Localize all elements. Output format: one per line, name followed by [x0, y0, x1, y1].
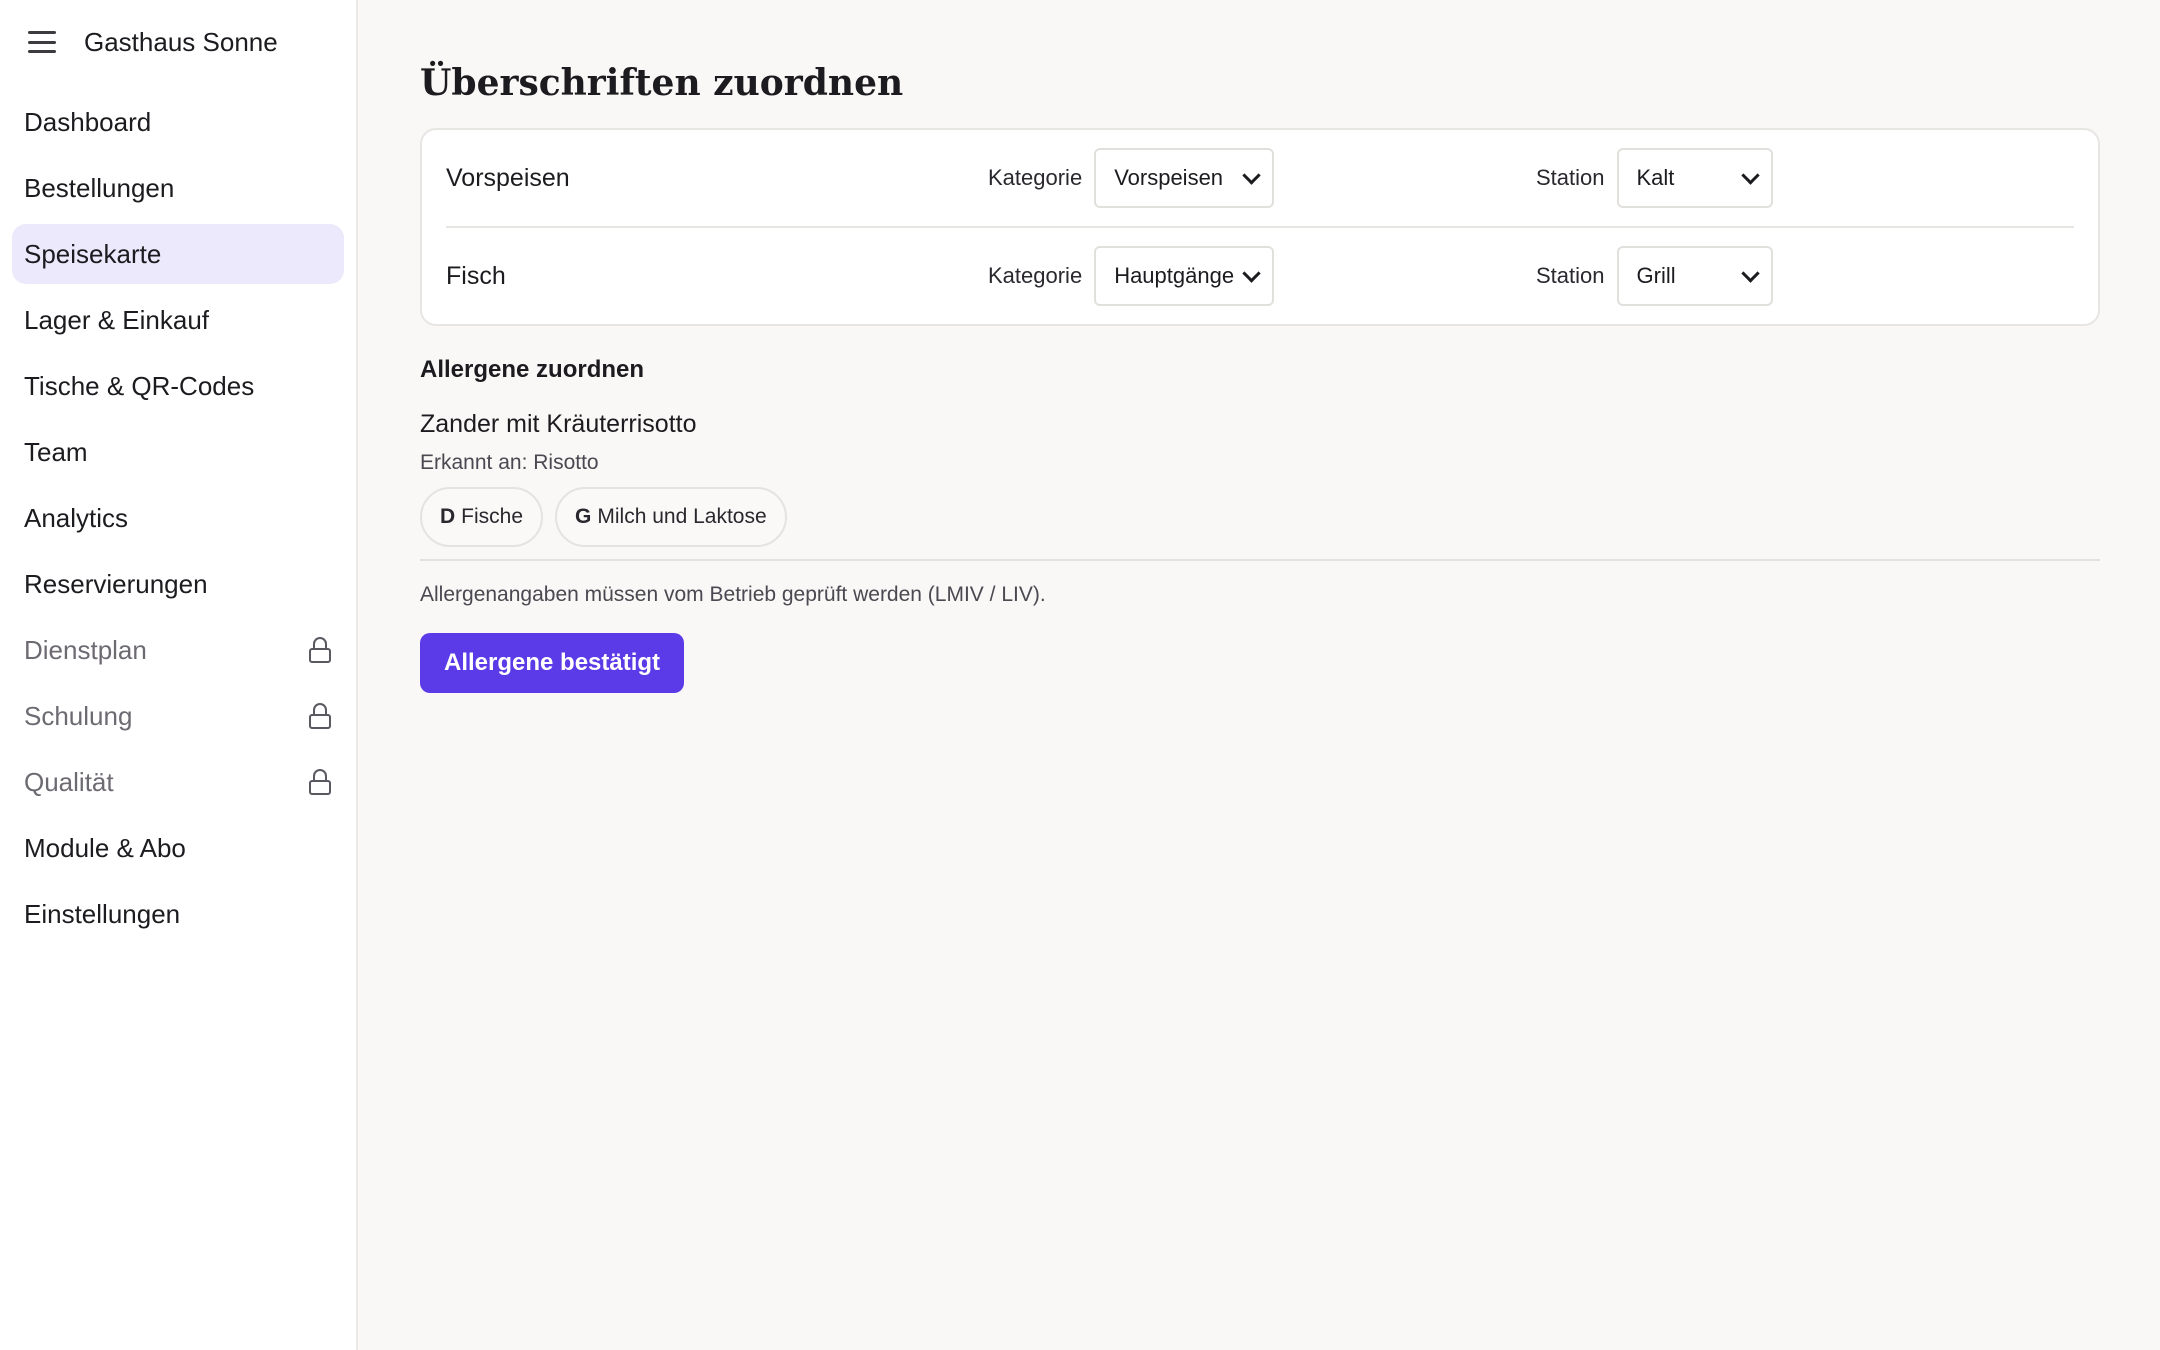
mapping-row: Vorspeisen Kategorie Vorspeisen Station … — [446, 130, 2074, 226]
station-select-value: Grill — [1636, 263, 1676, 288]
chevron-down-icon — [1740, 263, 1760, 283]
dish-name: Zander mit Kräuterrisotto — [420, 410, 697, 438]
station-group: Station Kalt — [1536, 148, 1773, 208]
app-title: Gasthaus Sonne — [84, 26, 278, 57]
station-select-value: Kalt — [1636, 165, 1675, 190]
category-select-value: Vorspeisen — [1114, 165, 1224, 190]
sidebar-item-team[interactable]: Team — [12, 422, 344, 482]
sidebar-item-label: Module & Abo — [24, 832, 186, 863]
allergens-section-title: Allergene zuordnen — [420, 356, 645, 383]
sidebar-item-label: Reservierungen — [24, 568, 208, 599]
allergen-code: G — [575, 505, 592, 528]
allergen-code: D — [440, 505, 456, 528]
sidebar-item-dashboard[interactable]: Dashboard — [12, 92, 344, 152]
category-group: Kategorie Vorspeisen — [988, 148, 1536, 208]
chevron-down-icon — [1242, 165, 1261, 185]
sidebar-item-label: Speisekarte — [24, 238, 162, 269]
allergen-chip-milch[interactable]: G Milch und Laktose — [555, 487, 787, 547]
sidebar-nav: Dashboard Bestellungen Speisekarte Lager… — [0, 84, 356, 944]
detected-text: Erkannt an: Risotto — [420, 451, 599, 474]
station-label: Station — [1536, 263, 1605, 288]
sidebar-item-label: Team — [24, 436, 88, 467]
sidebar-item-tische-qr-codes[interactable]: Tische & QR-Codes — [12, 356, 344, 416]
chevron-down-icon — [1242, 263, 1261, 283]
lock-icon — [308, 703, 332, 729]
category-select[interactable]: Vorspeisen — [1094, 148, 1275, 208]
sidebar-item-reservierungen[interactable]: Reservierungen — [12, 554, 344, 614]
sidebar-item-analytics[interactable]: Analytics — [12, 488, 344, 548]
category-label: Kategorie — [988, 263, 1083, 288]
sidebar-item-speisekarte[interactable]: Speisekarte — [12, 224, 344, 284]
sidebar-item-label: Tische & QR-Codes — [24, 370, 255, 401]
lock-icon — [308, 769, 332, 795]
sidebar-item-dienstplan[interactable]: Dienstplan — [12, 620, 344, 680]
station-label: Station — [1536, 165, 1605, 190]
heading-mapping-card: Vorspeisen Kategorie Vorspeisen Station … — [420, 128, 2100, 326]
heading-label: Fisch — [446, 261, 506, 290]
sidebar-item-label: Analytics — [24, 502, 129, 533]
sidebar-item-bestellungen[interactable]: Bestellungen — [12, 158, 344, 218]
category-group: Kategorie Hauptgänge — [988, 246, 1536, 306]
sidebar-header: Gasthaus Sonne — [0, 0, 356, 84]
allergen-note: Allergenangaben müssen vom Betrieb geprü… — [420, 583, 1046, 606]
chevron-down-icon — [1740, 165, 1760, 185]
page-title: Überschriften zuordnen — [420, 62, 904, 104]
sidebar-item-qualitaet[interactable]: Qualität — [12, 752, 344, 812]
allergen-chip-fische[interactable]: D Fische — [420, 487, 544, 547]
sidebar-item-label: Einstellungen — [24, 898, 181, 929]
heading-label: Vorspeisen — [446, 163, 570, 192]
sidebar-item-label: Qualität — [24, 766, 114, 797]
station-group: Station Grill — [1536, 246, 1773, 306]
sidebar-item-lager-einkauf[interactable]: Lager & Einkauf — [12, 290, 344, 350]
main-content: Überschriften zuordnen Vorspeisen Katego… — [358, 0, 2160, 1350]
sidebar-item-label: Dashboard — [24, 106, 152, 137]
lock-icon — [308, 637, 332, 663]
allergen-chips: D Fische G Milch und Laktose — [420, 487, 2160, 547]
sidebar-item-label: Schulung — [24, 700, 133, 731]
sidebar-item-schulung[interactable]: Schulung — [12, 686, 344, 746]
sidebar-item-label: Dienstplan — [24, 634, 147, 665]
allergen-name: Milch und Laktose — [597, 505, 767, 528]
category-select-value: Hauptgänge — [1114, 263, 1235, 288]
sidebar-item-label: Bestellungen — [24, 172, 175, 203]
category-label: Kategorie — [988, 165, 1083, 190]
sidebar-item-einstellungen[interactable]: Einstellungen — [12, 884, 344, 944]
sidebar-item-label: Lager & Einkauf — [24, 304, 210, 335]
allergen-name: Fische — [461, 505, 524, 528]
sidebar-item-module-abo[interactable]: Module & Abo — [12, 818, 344, 878]
station-select[interactable]: Kalt — [1616, 148, 1773, 208]
mapping-row: Fisch Kategorie Hauptgänge Station Grill — [446, 226, 2074, 324]
divider — [420, 559, 2100, 561]
menu-icon[interactable] — [28, 31, 56, 53]
sidebar: Gasthaus Sonne Dashboard Bestellungen Sp… — [0, 0, 358, 1350]
confirm-allergens-button[interactable]: Allergene bestätigt — [420, 633, 685, 693]
category-select[interactable]: Hauptgänge — [1094, 246, 1275, 306]
station-select[interactable]: Grill — [1616, 246, 1773, 306]
